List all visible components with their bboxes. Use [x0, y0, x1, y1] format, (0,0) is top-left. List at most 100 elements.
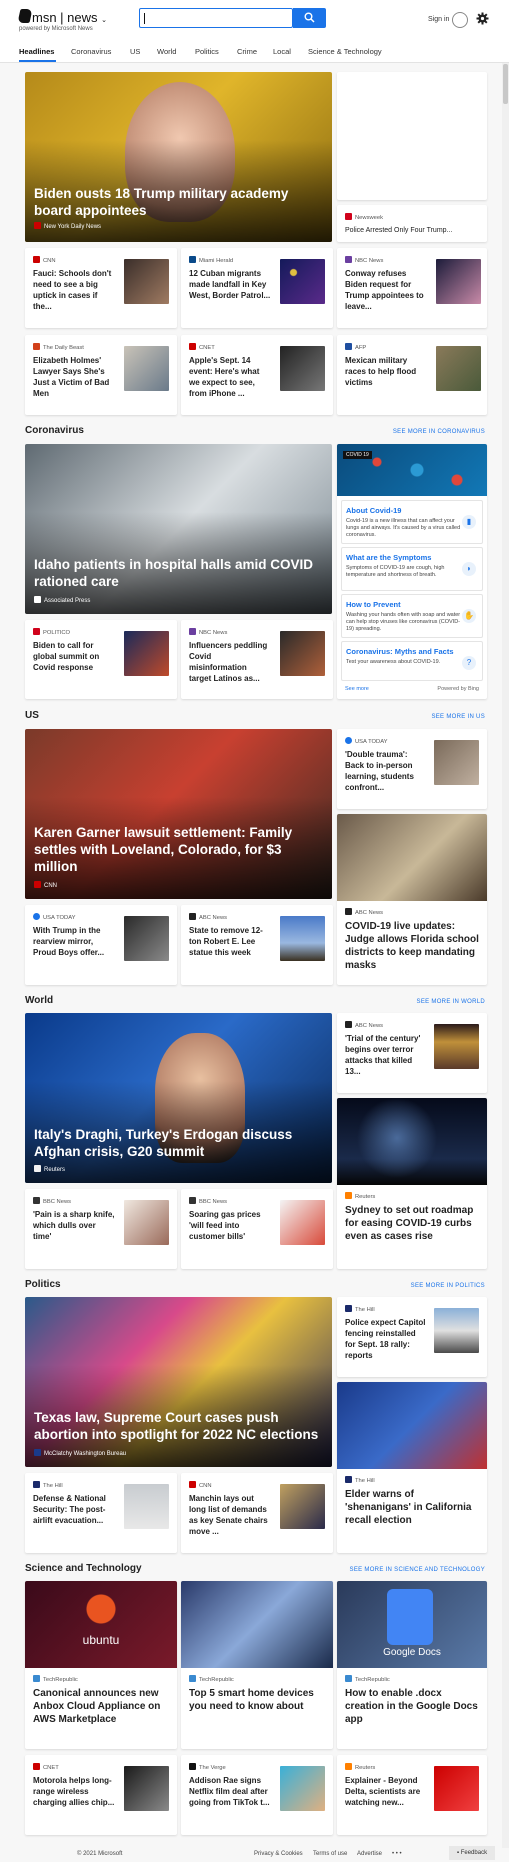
card-title[interactable]: Canonical announces new Anbox Cloud Appl… [33, 1687, 171, 1726]
card-title[interactable]: Addison Rae signs Netflix film deal afte… [189, 1775, 271, 1808]
footer-advertise-link[interactable]: Advertise [357, 1851, 382, 1857]
news-card-large[interactable]: ubuntu TechRepublic Canonical announces … [25, 1581, 177, 1749]
world-hero-card[interactable]: Italy's Draghi, Turkey's Erdogan discuss… [25, 1013, 332, 1183]
see-more-coronavirus[interactable]: SEE MORE IN CORONAVIRUS [393, 429, 485, 435]
card-title[interactable]: Manchin lays out long list of demands as… [189, 1493, 271, 1537]
card-title[interactable]: Apple's Sept. 14 event: Here's what we e… [189, 355, 271, 399]
hero-title[interactable]: Biden ousts 18 Trump military academy bo… [34, 185, 322, 219]
news-card[interactable]: The Hill Police expect Capitol fencing r… [337, 1297, 487, 1377]
covid-item-title[interactable]: About Covid-19 [346, 506, 401, 515]
covid-see-more[interactable]: See more [345, 686, 369, 692]
news-card[interactable]: Reuters Explainer - Beyond Delta, scient… [337, 1755, 487, 1835]
news-card[interactable]: The Hill Defense & National Security: Th… [25, 1473, 177, 1553]
card-title[interactable]: Police Arrested Only Four Trump... [345, 225, 470, 236]
avatar-icon[interactable] [452, 12, 468, 28]
news-card-large[interactable]: Reuters Sydney to set out roadmap for ea… [337, 1098, 487, 1269]
card-title[interactable]: Top 5 smart home devices you need to kno… [189, 1687, 327, 1713]
news-card[interactable]: USA TODAY 'Double trauma': Back to in-pe… [337, 729, 487, 809]
tab-politics[interactable]: Politics [195, 47, 219, 56]
news-card[interactable]: BBC News Soaring gas prices 'will feed i… [181, 1189, 333, 1269]
news-card[interactable]: ABC News 'Trial of the century' begins o… [337, 1013, 487, 1093]
news-card-large[interactable]: ABC News COVID-19 live updates: Judge al… [337, 814, 487, 985]
card-title[interactable]: Sydney to set out roadmap for easing COV… [345, 1204, 481, 1243]
card-title[interactable]: 'Pain is a sharp knife, which dulls over… [33, 1209, 115, 1242]
feedback-button[interactable]: ▪ Feedback [449, 1846, 495, 1860]
card-title[interactable]: With Trump in the rearview mirror, Proud… [33, 925, 115, 958]
covid-item-title[interactable]: What are the Symptoms [346, 553, 431, 562]
news-card[interactable]: BBC News 'Pain is a sharp knife, which d… [25, 1189, 177, 1269]
tab-us[interactable]: US [130, 47, 140, 56]
tab-coronavirus[interactable]: Coronavirus [71, 47, 111, 56]
tab-headlines[interactable]: Headlines [19, 47, 54, 56]
card-title[interactable]: 'Double trauma': Back to in-person learn… [345, 749, 427, 793]
card-title[interactable]: Police expect Capitol fencing reinstalle… [345, 1317, 427, 1361]
card-title[interactable]: State to remove 12-ton Robert E. Lee sta… [189, 925, 271, 958]
news-card[interactable]: CNN Manchin lays out long list of demand… [181, 1473, 333, 1553]
tab-world[interactable]: World [157, 47, 176, 56]
card-title[interactable]: Soaring gas prices 'will feed into custo… [189, 1209, 271, 1242]
see-more-politics[interactable]: SEE MORE IN POLITICS [411, 1283, 485, 1289]
covid-item-about[interactable]: About Covid-19 Covid-19 is a new illness… [341, 500, 483, 544]
news-card[interactable]: Miami Herald 12 Cuban migrants made land… [181, 248, 333, 328]
card-title[interactable]: Defense & National Security: The post-ai… [33, 1493, 115, 1526]
card-title[interactable]: 'Trial of the century' begins over terro… [345, 1033, 427, 1077]
headline-side-card[interactable]: Newsweek Police Arrested Only Four Trump… [337, 205, 487, 242]
covid-item-title[interactable]: Coronavirus: Myths and Facts [346, 647, 454, 656]
tab-science-technology[interactable]: Science & Technology [308, 47, 382, 56]
news-card[interactable]: CNN Fauci: Schools don't need to see a b… [25, 248, 177, 328]
footer-more-icon[interactable]: • • • [392, 1851, 402, 1857]
card-title[interactable]: Motorola helps long-range wireless charg… [33, 1775, 115, 1808]
card-title[interactable]: Conway refuses Biden request for Trump a… [345, 268, 427, 312]
news-card[interactable]: NBC News Influencers peddling Covid misi… [181, 620, 333, 699]
footer-privacy-link[interactable]: Privacy & Cookies [254, 1851, 303, 1857]
card-title[interactable]: Influencers peddling Covid misinformatio… [189, 640, 271, 684]
signin-link[interactable]: Sign in [428, 16, 449, 23]
gear-icon[interactable] [476, 12, 489, 25]
hero-title[interactable]: Karen Garner lawsuit settlement: Family … [34, 824, 322, 875]
msn-butterfly-icon[interactable] [17, 9, 33, 23]
tab-crime[interactable]: Crime [237, 47, 257, 56]
news-card[interactable]: POLITICO Biden to call for global summit… [25, 620, 177, 699]
covid-item-prevent[interactable]: How to Prevent Washing your hands often … [341, 594, 483, 638]
see-more-scitech[interactable]: SEE MORE IN SCIENCE AND TECHNOLOGY [350, 1567, 485, 1573]
headline-side-promo[interactable] [337, 72, 487, 200]
scrollbar-thumb[interactable] [503, 64, 508, 104]
card-title[interactable]: Biden to call for global summit on Covid… [33, 640, 115, 673]
msn-logo[interactable]: msn | news ⌄ [32, 10, 107, 25]
card-title[interactable]: Elder warns of 'shenanigans' in Californ… [345, 1488, 481, 1527]
news-card[interactable]: CNET Motorola helps long-range wireless … [25, 1755, 177, 1835]
news-card-large[interactable]: TechRepublic Top 5 smart home devices yo… [181, 1581, 333, 1749]
hero-title[interactable]: Idaho patients in hospital halls amid CO… [34, 556, 322, 590]
covid-item-myths[interactable]: Coronavirus: Myths and Facts Test your a… [341, 641, 483, 681]
news-card[interactable]: NBC News Conway refuses Biden request fo… [337, 248, 487, 328]
headline-hero-card[interactable]: Biden ousts 18 Trump military academy bo… [25, 72, 332, 242]
us-hero-card[interactable]: Karen Garner lawsuit settlement: Family … [25, 729, 332, 899]
news-card[interactable]: The Daily Beast Elizabeth Holmes' Lawyer… [25, 335, 177, 415]
see-more-world[interactable]: SEE MORE IN WORLD [417, 999, 485, 1005]
news-card[interactable]: ABC News State to remove 12-ton Robert E… [181, 905, 333, 985]
news-card[interactable]: CNET Apple's Sept. 14 event: Here's what… [181, 335, 333, 415]
page-scrollbar[interactable] [502, 63, 509, 1853]
hero-title[interactable]: Texas law, Supreme Court cases push abor… [34, 1409, 322, 1443]
card-title[interactable]: Explainer - Beyond Delta, scientists are… [345, 1775, 427, 1808]
card-title[interactable]: Fauci: Schools don't need to see a big u… [33, 268, 115, 312]
news-card-large[interactable]: The Hill Elder warns of 'shenanigans' in… [337, 1382, 487, 1553]
news-card[interactable]: USA TODAY With Trump in the rearview mir… [25, 905, 177, 985]
news-card[interactable]: AFP Mexican military races to help flood… [337, 335, 487, 415]
card-title[interactable]: How to enable .docx creation in the Goog… [345, 1687, 481, 1726]
card-title[interactable]: COVID-19 live updates: Judge allows Flor… [345, 920, 481, 972]
covid-item-title[interactable]: How to Prevent [346, 600, 401, 609]
tab-local[interactable]: Local [273, 47, 291, 56]
coronavirus-hero-card[interactable]: Idaho patients in hospital halls amid CO… [25, 444, 332, 614]
news-card[interactable]: The Verge Addison Rae signs Netflix film… [181, 1755, 333, 1835]
card-title[interactable]: Elizabeth Holmes' Lawyer Says She's Just… [33, 355, 115, 399]
search-button[interactable] [293, 8, 326, 28]
search-input[interactable] [139, 8, 293, 28]
news-card-large[interactable]: Google Docs TechRepublic How to enable .… [337, 1581, 487, 1749]
card-title[interactable]: Mexican military races to help flood vic… [345, 355, 427, 388]
politics-hero-card[interactable]: Texas law, Supreme Court cases push abor… [25, 1297, 332, 1467]
covid-item-symptoms[interactable]: What are the Symptoms Symptoms of COVID-… [341, 547, 483, 591]
footer-terms-link[interactable]: Terms of use [313, 1851, 347, 1857]
hero-title[interactable]: Italy's Draghi, Turkey's Erdogan discuss… [34, 1126, 322, 1160]
card-title[interactable]: 12 Cuban migrants made landfall in Key W… [189, 268, 271, 301]
